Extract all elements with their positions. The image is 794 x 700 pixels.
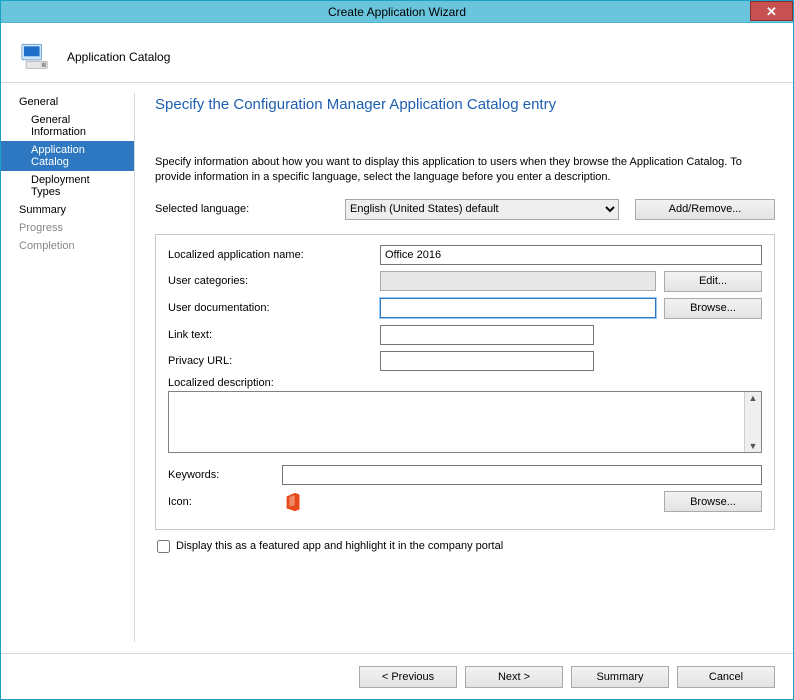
user-doc-input[interactable]	[380, 298, 656, 318]
previous-button[interactable]: < Previous	[359, 666, 457, 688]
user-doc-label: User documentation:	[168, 302, 372, 314]
description-wrap: ▲ ▼	[168, 391, 762, 453]
edit-categories-button[interactable]: Edit...	[664, 271, 762, 292]
user-categories-input	[380, 271, 656, 291]
user-categories-label: User categories:	[168, 275, 372, 287]
description-scrollbar[interactable]: ▲ ▼	[744, 392, 761, 452]
selected-language-select[interactable]: English (United States) default	[345, 199, 619, 220]
wizard-sidebar: General General Information Application …	[1, 83, 134, 652]
wizard-header-title: Application Catalog	[67, 50, 170, 64]
add-remove-button[interactable]: Add/Remove...	[635, 199, 775, 220]
close-button[interactable]: ✕	[750, 1, 793, 21]
close-icon: ✕	[766, 4, 777, 19]
sidebar-item-general-information[interactable]: General Information	[1, 111, 134, 141]
page-title: Specify the Configuration Manager Applic…	[155, 96, 775, 113]
featured-label: Display this as a featured app and highl…	[176, 540, 503, 552]
summary-button[interactable]: Summary	[571, 666, 669, 688]
description-textarea[interactable]	[169, 392, 744, 452]
sidebar-item-completion: Completion	[1, 237, 134, 255]
catalog-groupbox: Localized application name: User categor…	[155, 234, 775, 530]
wizard-footer: < Previous Next > Summary Cancel	[1, 653, 793, 699]
computer-icon	[19, 40, 53, 74]
sidebar-item-general[interactable]: General	[1, 93, 134, 111]
privacy-url-input[interactable]	[380, 351, 594, 371]
featured-checkbox[interactable]	[157, 540, 170, 553]
browse-doc-button[interactable]: Browse...	[664, 298, 762, 319]
wizard-main: Specify the Configuration Manager Applic…	[135, 83, 793, 652]
app-name-label: Localized application name:	[168, 249, 372, 261]
next-button[interactable]: Next >	[465, 666, 563, 688]
titlebar: Create Application Wizard ✕	[1, 1, 793, 23]
scroll-up-icon: ▲	[749, 392, 758, 404]
icon-label: Icon:	[168, 496, 274, 508]
cancel-button[interactable]: Cancel	[677, 666, 775, 688]
link-text-input[interactable]	[380, 325, 594, 345]
office-icon	[282, 491, 304, 513]
window-title: Create Application Wizard	[1, 5, 793, 19]
sidebar-item-deployment-types[interactable]: Deployment Types	[1, 171, 134, 201]
page-intro: Specify information about how you want t…	[155, 155, 775, 185]
selected-language-label: Selected language:	[155, 203, 337, 215]
link-text-label: Link text:	[168, 329, 372, 341]
description-label: Localized description:	[168, 377, 762, 389]
sidebar-item-progress: Progress	[1, 219, 134, 237]
privacy-url-label: Privacy URL:	[168, 355, 372, 367]
browse-icon-button[interactable]: Browse...	[664, 491, 762, 512]
keywords-label: Keywords:	[168, 469, 274, 481]
app-name-input[interactable]	[380, 245, 762, 265]
scroll-down-icon: ▼	[749, 440, 758, 452]
keywords-input[interactable]	[282, 465, 762, 485]
sidebar-item-application-catalog[interactable]: Application Catalog	[1, 141, 134, 171]
wizard-header: Application Catalog	[1, 23, 793, 83]
sidebar-item-summary[interactable]: Summary	[1, 201, 134, 219]
